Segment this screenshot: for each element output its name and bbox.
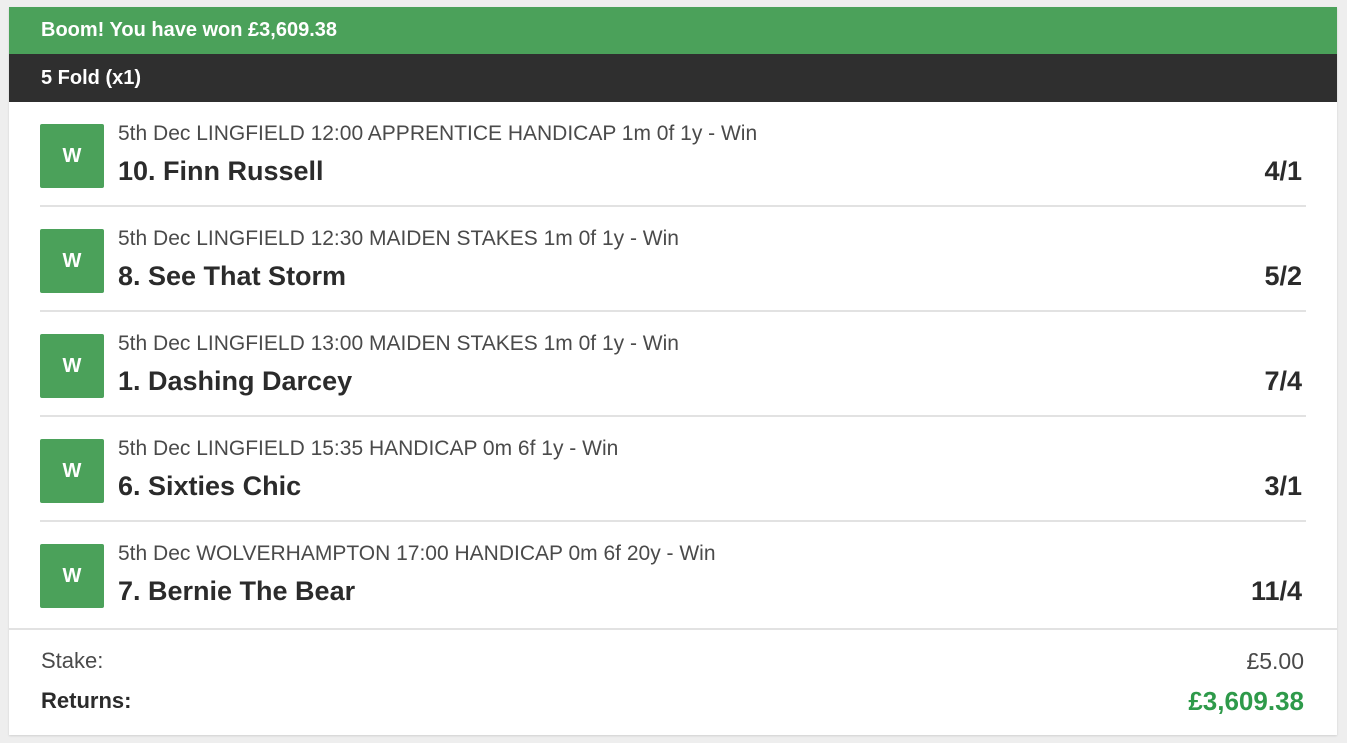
- event-description: 5th Dec WOLVERHAMPTON 17:00 HANDICAP 0m …: [118, 542, 716, 565]
- selection-odds: 11/4: [1250, 576, 1302, 606]
- selection-row: W 5th Dec WOLVERHAMPTON 17:00 HANDICAP 0…: [40, 522, 1306, 628]
- selection-row: W 5th Dec LINGFIELD 13:00 MAIDEN STAKES …: [40, 312, 1306, 417]
- runner-name: 8. See That Storm: [118, 261, 347, 291]
- win-result-badge: W: [40, 334, 104, 398]
- bet-summary: Stake: £5.00 Returns: £3,609.38: [9, 628, 1337, 724]
- runner-name: 10. Finn Russell: [118, 156, 324, 186]
- runner-name: 7. Bernie The Bear: [118, 576, 356, 606]
- event-description: 5th Dec LINGFIELD 13:00 MAIDEN STAKES 1m…: [118, 332, 679, 355]
- selection-row: W 5th Dec LINGFIELD 15:35 HANDICAP 0m 6f…: [40, 417, 1306, 522]
- win-result-badge: W: [40, 544, 104, 608]
- runner-name: 6. Sixties Chic: [118, 471, 302, 501]
- selections-list: W 5th Dec LINGFIELD 12:00 APPRENTICE HAN…: [9, 102, 1337, 628]
- win-result-badge: W: [40, 439, 104, 503]
- runner-name: 1. Dashing Darcey: [118, 366, 353, 396]
- returns-label: Returns:: [41, 688, 132, 713]
- selection-odds: 3/1: [1264, 471, 1302, 501]
- selection-row: W 5th Dec LINGFIELD 12:00 APPRENTICE HAN…: [40, 102, 1306, 207]
- win-banner: Boom! You have won £3,609.38: [9, 7, 1337, 54]
- win-result-badge: W: [40, 229, 104, 293]
- bet-type-header: 5 Fold (x1): [9, 54, 1337, 102]
- event-description: 5th Dec LINGFIELD 12:30 MAIDEN STAKES 1m…: [118, 227, 679, 250]
- returns-value: £3,609.38: [1188, 686, 1304, 716]
- event-description: 5th Dec LINGFIELD 15:35 HANDICAP 0m 6f 1…: [118, 437, 619, 460]
- win-result-badge: W: [40, 124, 104, 188]
- selection-odds: 4/1: [1264, 156, 1302, 186]
- stake-label: Stake:: [41, 648, 104, 673]
- selection-odds: 5/2: [1264, 261, 1302, 291]
- selection-row: W 5th Dec LINGFIELD 12:30 MAIDEN STAKES …: [40, 207, 1306, 312]
- stake-value: £5.00: [1246, 648, 1304, 674]
- bet-receipt-card: Boom! You have won £3,609.38 5 Fold (x1)…: [9, 7, 1337, 735]
- event-description: 5th Dec LINGFIELD 12:00 APPRENTICE HANDI…: [118, 122, 758, 145]
- returns-row: Returns: £3,609.38: [41, 684, 1304, 724]
- selection-odds: 7/4: [1264, 366, 1302, 396]
- stake-row: Stake: £5.00: [41, 644, 1304, 684]
